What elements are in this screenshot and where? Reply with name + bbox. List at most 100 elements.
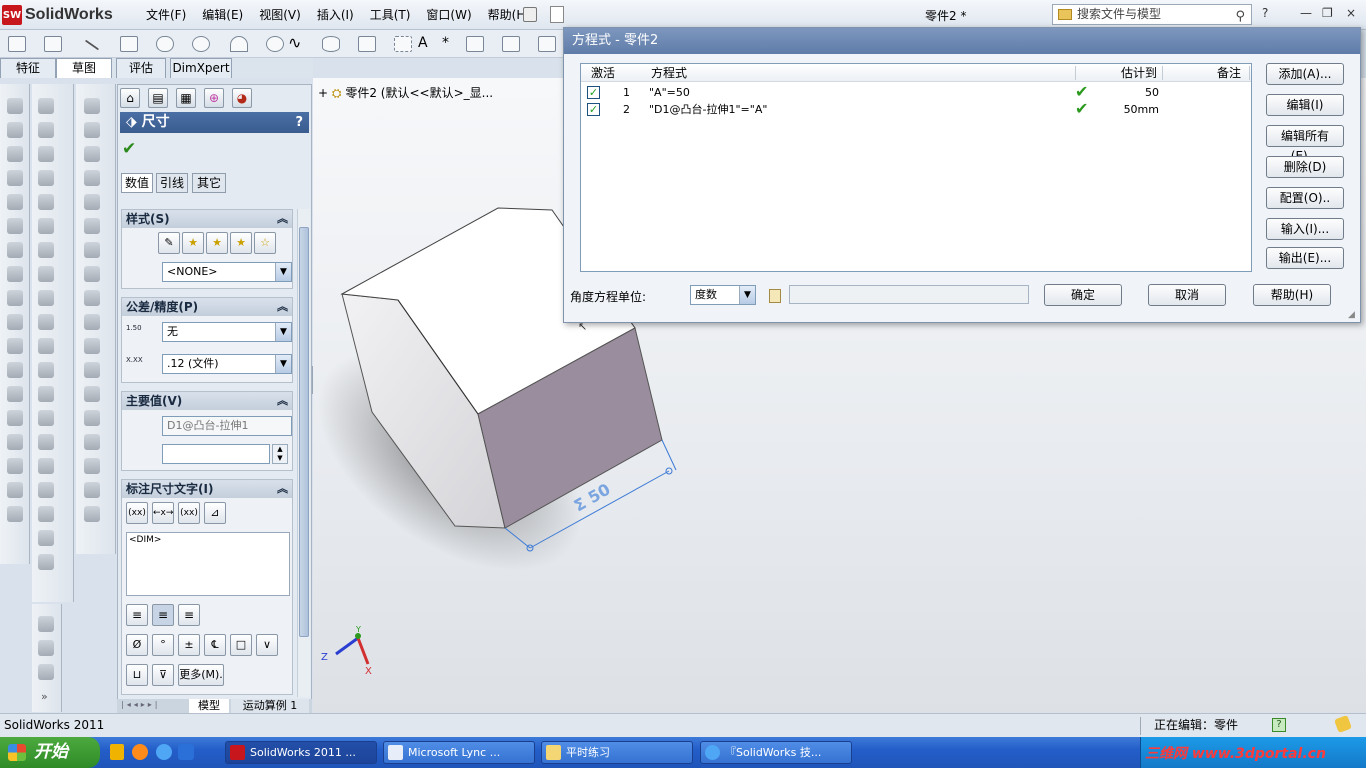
menu-edit[interactable]: 编辑(E)	[194, 7, 251, 23]
cut-extrude-icon[interactable]	[38, 146, 54, 162]
precision-combo[interactable]: .12 (文件) ▼	[162, 354, 292, 374]
status-tag-icon[interactable]	[1334, 715, 1352, 733]
center-dimension-button[interactable]: ←x→	[152, 502, 174, 524]
thicken-icon[interactable]	[84, 410, 100, 426]
menu-insert[interactable]: 插入(I)	[309, 7, 362, 23]
draft-icon[interactable]	[7, 314, 23, 330]
sphere-icon[interactable]	[38, 314, 54, 330]
reference-icon[interactable]	[38, 266, 54, 282]
notes-icon[interactable]	[769, 289, 781, 303]
trim-icon[interactable]	[538, 36, 556, 52]
construction-icon[interactable]	[394, 36, 412, 52]
display-manager-icon[interactable]: ◕	[232, 88, 252, 108]
property-manager-icon[interactable]: ▤	[148, 88, 168, 108]
point-icon[interactable]: *	[442, 36, 460, 52]
dimxpert-manager-icon[interactable]: ⊕	[204, 88, 224, 108]
dialog-help-button[interactable]: 帮助(H)	[1253, 284, 1331, 306]
split-line-icon[interactable]	[38, 242, 54, 258]
edit-button[interactable]: 编辑(I)	[1266, 94, 1344, 116]
fillet-icon[interactable]	[358, 36, 376, 52]
align-left-icon[interactable]: ≡	[126, 604, 148, 626]
centerline-symbol-button[interactable]: ℄	[204, 634, 226, 656]
diameter-symbol-button[interactable]: Ø	[126, 634, 148, 656]
spline-icon[interactable]: ∿	[288, 35, 306, 52]
text-icon[interactable]: A	[418, 36, 436, 52]
align-right-icon[interactable]: ≡	[178, 604, 200, 626]
more-symbols-button[interactable]: 更多(M).	[178, 664, 224, 686]
edit-all-button[interactable]: 编辑所有(E)...	[1266, 125, 1344, 163]
smart-dimension-icon[interactable]	[8, 36, 26, 52]
subtab-value[interactable]: 数值	[121, 173, 153, 193]
tab-dimxpert[interactable]: DimXpert	[170, 58, 232, 78]
add-button[interactable]: 添加(A)...	[1266, 63, 1344, 85]
table-row[interactable]: ✓ 2 "D1@凸台-拉伸1"="A" ✔ 50mm	[581, 101, 1251, 118]
status-help-icon[interactable]: ?	[1272, 718, 1286, 732]
dome-icon[interactable]	[7, 410, 23, 426]
boundary-surface-icon[interactable]	[84, 194, 100, 210]
extrude-icon[interactable]	[7, 98, 23, 114]
dimension-name-field[interactable]: D1@凸台-拉伸1	[162, 416, 292, 436]
surface-sweep-icon[interactable]	[84, 146, 100, 162]
surface-loft-icon[interactable]	[84, 170, 100, 186]
active-checkbox[interactable]: ✓	[587, 103, 600, 116]
col-notes[interactable]: 备注	[1217, 64, 1241, 82]
pm-scrollbar[interactable]	[297, 209, 310, 697]
intersect-icon[interactable]	[38, 410, 54, 426]
quicklaunch-ie-icon[interactable]	[156, 744, 172, 760]
collapse-icon[interactable]: ︽	[277, 392, 288, 410]
parentheses-button[interactable]: (xx)	[126, 502, 148, 524]
slot-icon[interactable]	[156, 36, 174, 52]
quicklaunch-desktop-icon[interactable]	[178, 744, 194, 760]
minimize-button[interactable]: —	[1300, 6, 1312, 20]
ok-button[interactable]: 确定	[1044, 284, 1122, 306]
mid-surface-icon[interactable]	[84, 482, 100, 498]
export-button[interactable]: 输出(E)...	[1266, 247, 1344, 269]
indent-icon[interactable]	[38, 482, 54, 498]
dim-text-header[interactable]: 标注尺寸文字(I) ︽	[122, 480, 292, 498]
axis-icon[interactable]	[7, 506, 23, 522]
close-button[interactable]: ×	[1346, 6, 1356, 20]
cut-loft-icon[interactable]	[38, 218, 54, 234]
inspection-dimension-button[interactable]: (xx)	[178, 502, 200, 524]
degree-symbol-button[interactable]: °	[152, 634, 174, 656]
offset-text-button[interactable]: ⊿	[204, 502, 226, 524]
primary-value-header[interactable]: 主要值(V) ︽	[122, 392, 292, 410]
dimension-value-field[interactable]	[162, 444, 270, 464]
menu-file[interactable]: 文件(F)	[138, 7, 194, 23]
untrim-surface-icon[interactable]	[84, 362, 100, 378]
collapse-icon[interactable]: ︽	[277, 298, 288, 316]
tools-icon[interactable]	[38, 554, 54, 570]
chevron-down-icon[interactable]: ▼	[275, 323, 291, 341]
combine-icon[interactable]	[38, 386, 54, 402]
pm-help-icon[interactable]: ?	[295, 112, 303, 133]
style-combo[interactable]: <NONE> ▼	[162, 262, 292, 282]
knit-surface-icon[interactable]	[84, 386, 100, 402]
plus-minus-symbol-button[interactable]: ±	[178, 634, 200, 656]
style-section-header[interactable]: 样式(S) ︽	[122, 210, 292, 228]
surface-revolve-icon[interactable]	[84, 122, 100, 138]
delete-button[interactable]: 删除(D)	[1266, 156, 1344, 178]
filled-surface-icon[interactable]	[84, 218, 100, 234]
replace-face-icon[interactable]	[84, 434, 100, 450]
tab-evaluate[interactable]: 评估	[116, 58, 166, 78]
curves-icon[interactable]	[7, 458, 23, 474]
pattern-icon[interactable]	[7, 362, 23, 378]
circle-icon[interactable]	[192, 36, 210, 52]
ruled-surface-icon[interactable]	[84, 290, 100, 306]
boundary-icon[interactable]	[7, 194, 23, 210]
deform-icon[interactable]	[38, 530, 54, 546]
resize-grip-icon[interactable]: ◢	[1348, 310, 1355, 320]
wrap-icon[interactable]	[7, 434, 23, 450]
quicklaunch-outlook-icon[interactable]	[110, 744, 124, 760]
equations-table[interactable]: 激活 方程式 估计到 备注 ✓ 1 "A"=50 ✔ 50 ✓ 2 "D1@凸台…	[580, 63, 1252, 272]
sketch-point-icon[interactable]	[44, 36, 62, 52]
depth-symbol-button[interactable]: ⊽	[152, 664, 174, 686]
extend-surface-icon[interactable]	[84, 314, 100, 330]
ellipse-icon[interactable]	[322, 36, 340, 52]
plane-icon[interactable]	[7, 482, 23, 498]
freeform-icon[interactable]	[38, 458, 54, 474]
import-button[interactable]: 输入(I)...	[1266, 218, 1344, 240]
table-row[interactable]: ✓ 1 "A"=50 ✔ 50	[581, 84, 1251, 101]
mirror-icon[interactable]	[466, 36, 484, 52]
configure-button[interactable]: 配置(O)..	[1266, 187, 1344, 209]
